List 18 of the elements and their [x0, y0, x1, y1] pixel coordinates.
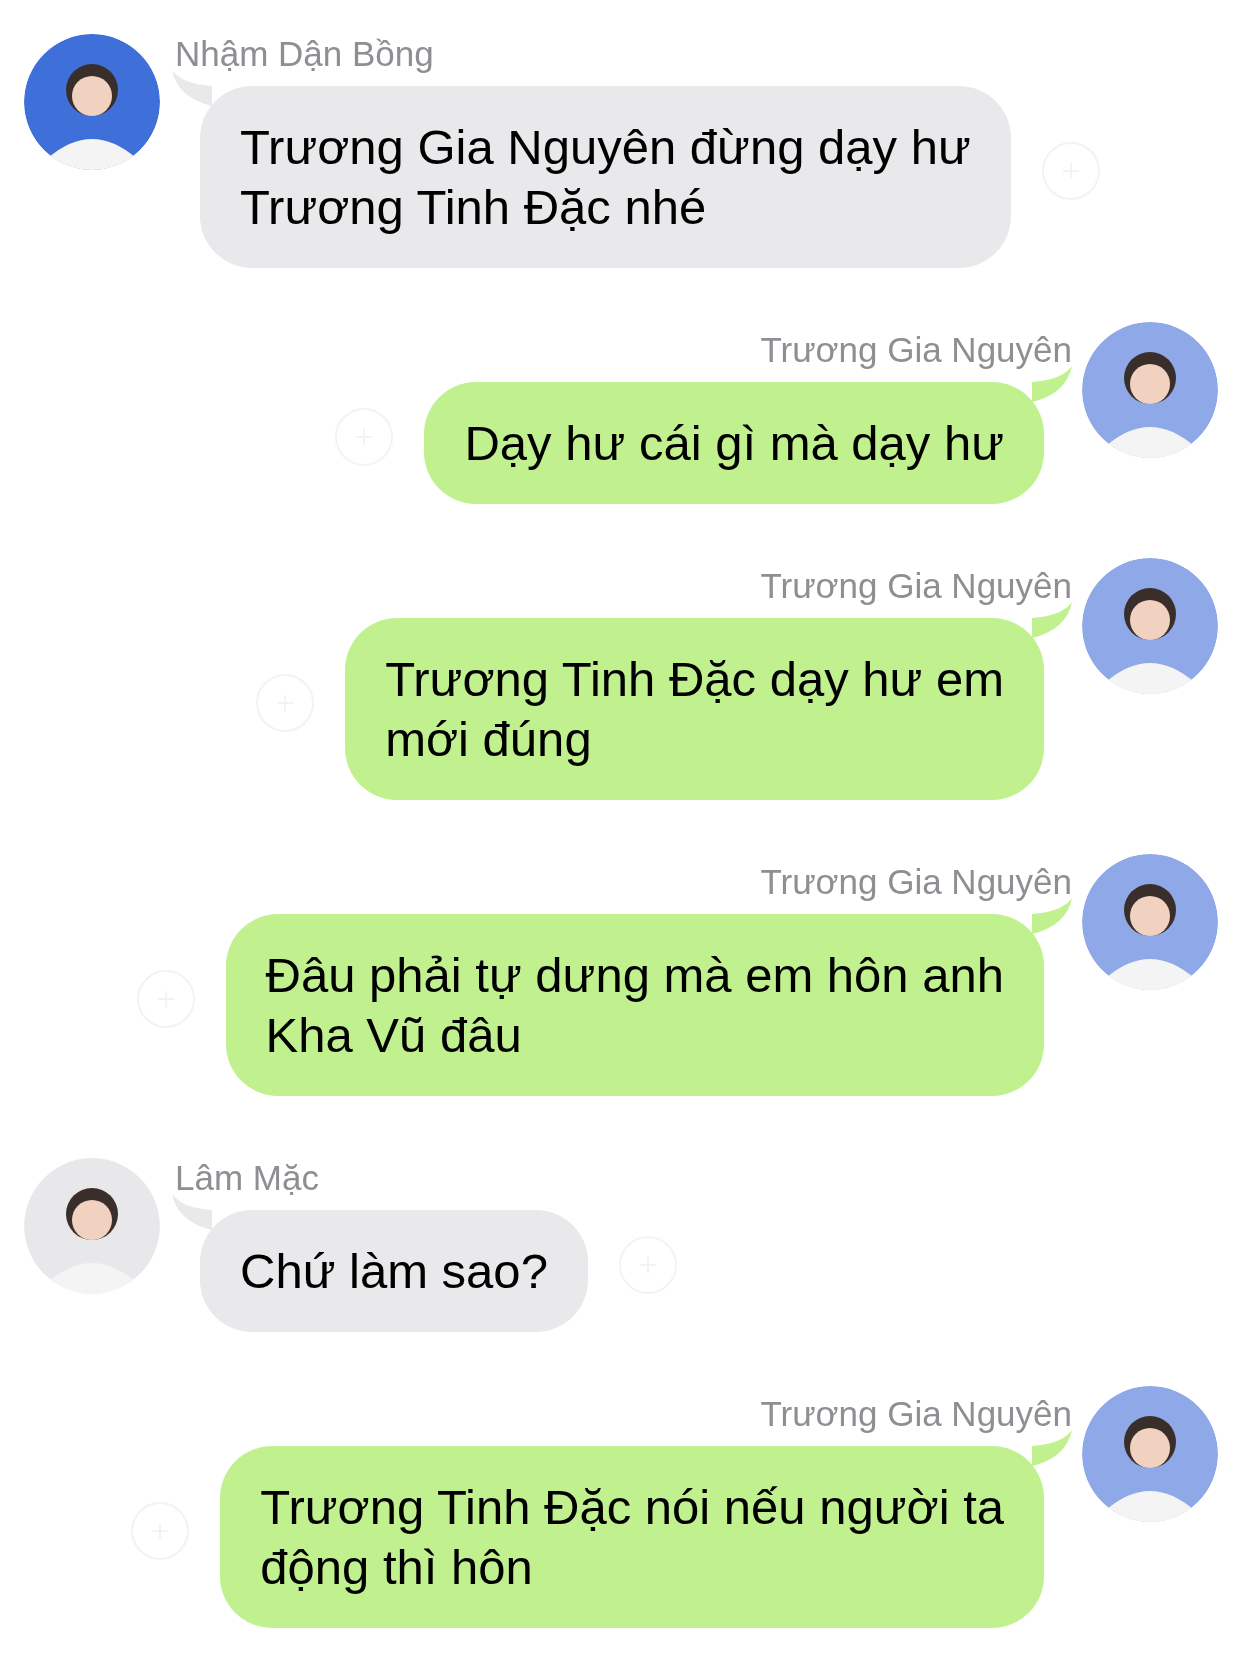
message-bubble: Trương Tinh Đặc dạy hư em mới đúng [345, 618, 1044, 800]
message-bubble: Đâu phải tự dưng mà em hôn anh Kha Vũ đâu [225, 914, 1044, 1096]
sender-name: Trương Gia Nguyên [760, 1394, 1072, 1434]
avatar[interactable] [1082, 322, 1218, 458]
avatar[interactable] [24, 1158, 160, 1294]
message-bubble: Trương Gia Nguyên đừng dạy hư Trương Tinh Đặc nhé [200, 86, 1011, 268]
sender-name: Trương Gia Nguyên [760, 566, 1072, 606]
avatar[interactable] [1082, 854, 1218, 990]
message-bubble: Trương Tinh Đặc nói nếu người ta động thì hôn [220, 1446, 1044, 1628]
sender-name: Nhậm Dận Bồng [174, 34, 434, 74]
avatar[interactable] [24, 34, 160, 170]
sender-name: Trương Gia Nguyên [760, 862, 1072, 902]
message-bubble: Chứ làm sao? [200, 1210, 588, 1332]
avatar[interactable] [1082, 1386, 1218, 1522]
message-bubble: Dạy hư cái gì mà dạy hư [424, 382, 1044, 504]
sender-name: Trương Gia Nguyên [760, 330, 1072, 370]
sender-name: Lâm Mặc [174, 1158, 319, 1198]
avatar[interactable] [1082, 558, 1218, 694]
